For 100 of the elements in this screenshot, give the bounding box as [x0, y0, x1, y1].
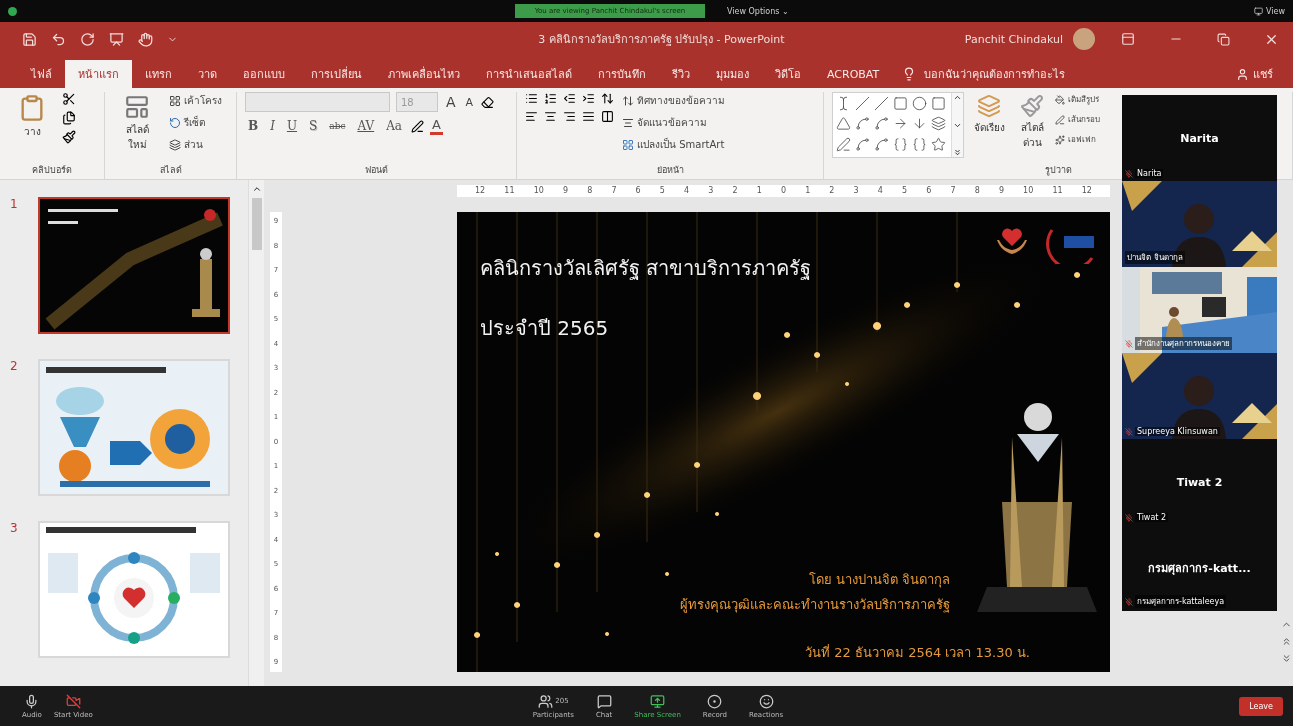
video-off-icon[interactable]	[65, 693, 81, 709]
format-button[interactable]: AV	[354, 118, 378, 134]
ribbon-display-icon[interactable]	[1121, 32, 1135, 46]
ribbon-tab[interactable]: หน้าแรก	[65, 60, 132, 88]
copy-icon[interactable]	[62, 111, 76, 125]
shape-fill-button[interactable]: เติมสีรูปร่	[1053, 92, 1102, 107]
layout-button[interactable]: เค้าโครง	[167, 92, 224, 109]
line-spacing-icon[interactable]	[601, 92, 614, 105]
increase-indent-icon[interactable]	[582, 92, 595, 105]
presentation-icon[interactable]	[109, 31, 124, 47]
ribbon-tab[interactable]: การนำเสนอสไลด์	[473, 60, 585, 88]
curve-icon[interactable]	[855, 136, 870, 152]
oval-icon[interactable]	[912, 96, 927, 111]
rounded-rectangle-icon[interactable]	[931, 96, 946, 111]
clear-format-icon[interactable]	[481, 95, 495, 109]
shape-icon[interactable]	[931, 116, 946, 132]
section-button[interactable]: ส่วน	[167, 136, 224, 153]
restore-icon[interactable]	[1217, 32, 1230, 46]
hand-icon[interactable]	[138, 31, 153, 47]
brace-icon[interactable]	[893, 136, 908, 152]
format-button[interactable]: S	[306, 118, 321, 134]
paintbrush-icon[interactable]	[62, 130, 76, 144]
share-button[interactable]: แชร์	[1230, 60, 1279, 88]
format-button[interactable]: Aa	[383, 118, 405, 134]
ribbon-tab[interactable]: วิดีโอ	[762, 60, 814, 88]
smartart-icon[interactable]	[622, 138, 634, 151]
triangle-icon[interactable]	[836, 116, 851, 132]
share-screen-icon[interactable]	[650, 693, 666, 709]
brace-icon[interactable]	[912, 136, 927, 152]
font-color-button[interactable]: A	[430, 117, 443, 135]
paste-button[interactable]: วาง	[8, 92, 56, 141]
paint-bucket-icon[interactable]	[1055, 94, 1065, 105]
bullets-icon[interactable]	[525, 92, 538, 105]
quick-styles-button[interactable]: สไตล์ ด่วน	[1014, 92, 1050, 152]
format-button[interactable]: U	[283, 118, 301, 134]
align-center-icon[interactable]	[544, 110, 557, 123]
text-direction-icon[interactable]	[622, 94, 634, 107]
view-options-menu[interactable]: View Options ⌄	[727, 6, 789, 16]
format-button[interactable]: B	[245, 118, 262, 134]
justify-icon[interactable]	[582, 110, 595, 123]
connector-icon[interactable]	[874, 116, 889, 132]
align-text-icon[interactable]	[622, 116, 634, 129]
video-tile[interactable]: สำนักงานศุลกากรหนองคาย	[1122, 267, 1277, 353]
star-icon[interactable]	[931, 136, 946, 152]
undo-icon[interactable]	[51, 31, 66, 47]
format-button[interactable]: abc	[326, 120, 349, 132]
highlighter-icon[interactable]	[411, 119, 424, 133]
freeform-icon[interactable]	[836, 136, 851, 152]
video-tile[interactable]: Narita Narita	[1122, 95, 1277, 181]
decrease-indent-icon[interactable]	[563, 92, 576, 105]
people-icon[interactable]	[538, 693, 554, 709]
video-tile[interactable]: Tiwat 2 Tiwat 2	[1122, 439, 1277, 525]
leave-button[interactable]: Leave	[1239, 696, 1283, 716]
new-slide-button[interactable]: สไลด์ ใหม่	[113, 92, 161, 154]
shape-outline-button[interactable]: เส้นกรอบ	[1053, 112, 1102, 127]
shape-effects-button[interactable]: เอฟเฟก	[1053, 132, 1102, 147]
smiley-icon[interactable]	[758, 693, 774, 709]
scrollbar-thumb[interactable]	[251, 198, 262, 250]
font-name-field[interactable]	[245, 92, 390, 112]
slide-thumbnail[interactable]	[38, 197, 230, 334]
format-button[interactable]: I	[267, 118, 278, 134]
pen-icon[interactable]	[1055, 114, 1065, 125]
arrow-right-icon[interactable]	[893, 116, 908, 132]
more-icon[interactable]	[953, 148, 962, 157]
ribbon-tab[interactable]: ออกแบบ	[230, 60, 298, 88]
align-right-icon[interactable]	[563, 110, 576, 123]
ribbon-tab[interactable]: รีวิว	[659, 60, 703, 88]
person-icon[interactable]	[1236, 67, 1249, 81]
chat-icon[interactable]	[596, 693, 612, 709]
columns-icon[interactable]	[601, 110, 614, 123]
ribbon-tab[interactable]: ไฟล์	[18, 60, 65, 88]
shape-gallery[interactable]	[832, 92, 964, 158]
grid-icon[interactable]	[169, 94, 181, 107]
layers-icon[interactable]	[169, 138, 181, 151]
line-icon[interactable]	[855, 96, 870, 111]
avatar-icon[interactable]	[1073, 28, 1095, 50]
text-direction-button[interactable]: ทิศทางของข้อความ	[620, 92, 727, 109]
reset-button[interactable]: รีเซ็ต	[167, 114, 224, 131]
curve-icon[interactable]	[874, 136, 889, 152]
align-left-icon[interactable]	[525, 110, 538, 123]
monitor-icon[interactable]	[1254, 6, 1263, 16]
tell-me-field[interactable]: บอกฉันว่าคุณต้องการทำอะไร	[924, 65, 1066, 83]
view-button[interactable]: View	[1266, 6, 1285, 16]
line-icon[interactable]	[874, 96, 889, 111]
ribbon-tab[interactable]: แทรก	[132, 60, 185, 88]
ribbon-tab[interactable]: ACROBAT	[814, 60, 893, 88]
rectangle-icon[interactable]	[893, 96, 908, 111]
connector-icon[interactable]	[855, 116, 870, 132]
arrange-button[interactable]: จัดเรียง	[967, 92, 1011, 137]
sparkles-icon[interactable]	[1055, 134, 1065, 145]
record-icon[interactable]	[707, 693, 723, 709]
ribbon-tab[interactable]: การบันทึก	[585, 60, 659, 88]
slide-layout-icon[interactable]	[124, 94, 150, 120]
save-icon[interactable]	[22, 31, 37, 47]
reset-icon[interactable]	[169, 116, 181, 129]
grow-font-button[interactable]: A	[444, 94, 458, 110]
redo-icon[interactable]	[80, 31, 95, 47]
microphone-icon[interactable]	[24, 693, 40, 709]
scroll-up-icon[interactable]	[953, 93, 962, 102]
align-text-button[interactable]: จัดแนวข้อความ	[620, 114, 727, 131]
